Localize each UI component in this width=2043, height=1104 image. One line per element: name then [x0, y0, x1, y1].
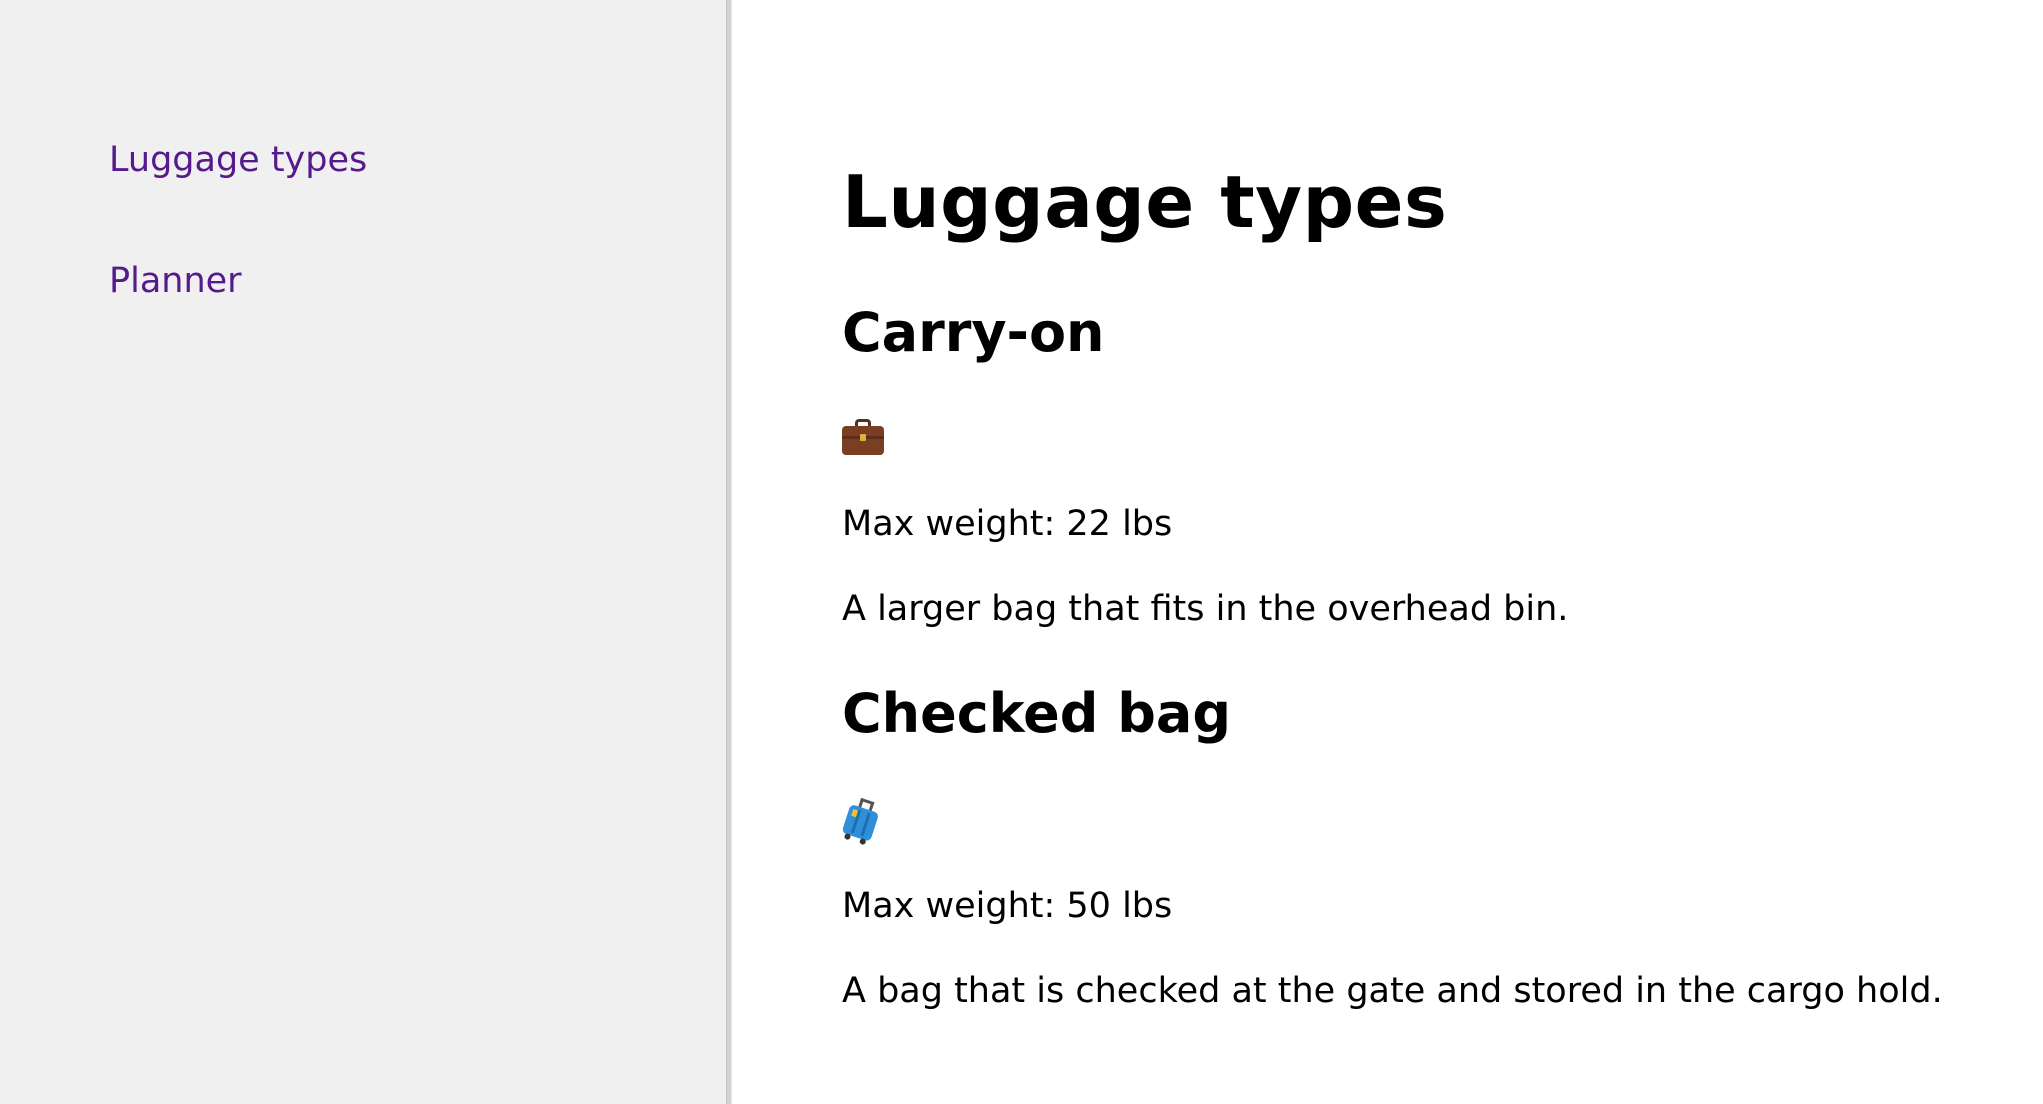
app-page: Luggage types Planner Luggage types Carr… [0, 0, 2043, 1104]
planner-link[interactable]: Planner [109, 259, 242, 303]
checked-bag-description: A bag that is checked at the gate and st… [842, 971, 1943, 1011]
page-title: Luggage types [842, 160, 1448, 244]
sidebar-nav: Luggage types Planner [109, 138, 367, 380]
sidebar-item-luggage-types: Luggage types [109, 138, 367, 259]
sidebar-item-planner: Planner [109, 259, 367, 380]
checked-bag-heading: Checked bag [842, 682, 1231, 745]
carry-on-heading: Carry-on [842, 301, 1105, 364]
checked-bag-max-weight: Max weight: 50 lbs [842, 886, 1173, 926]
carry-on-max-weight: Max weight: 22 lbs [842, 504, 1173, 544]
luggage-types-link[interactable]: Luggage types [109, 138, 367, 182]
carry-on-description: A larger bag that fits in the overhead b… [842, 589, 1569, 629]
sidebar: Luggage types Planner [0, 0, 726, 1104]
briefcase-icon [842, 418, 884, 466]
pane-divider[interactable] [726, 0, 732, 1104]
luggage-icon [841, 797, 880, 854]
main-content: Luggage types Carry-on Max weight: 22 lb… [841, 0, 2043, 1104]
